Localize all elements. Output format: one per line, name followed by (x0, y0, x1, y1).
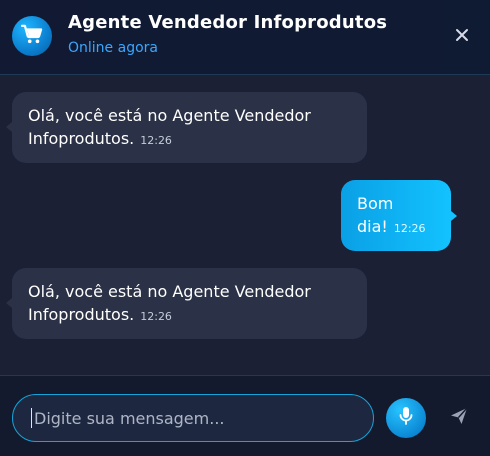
chat-header: Agente Vendedor Infoprodutos Online agor… (0, 0, 490, 75)
message-input-placeholder: Digite sua mensagem... (34, 408, 225, 428)
close-button[interactable] (452, 26, 472, 46)
bubble-tail (6, 298, 12, 308)
microphone-button[interactable] (386, 398, 426, 438)
chat-title: Agente Vendedor Infoprodutos (68, 12, 388, 33)
bubble-tail (451, 211, 457, 221)
shopping-cart-icon (20, 24, 43, 48)
message-text-line: Infoprodutos. (28, 305, 135, 324)
message-text-line: dia! (357, 217, 388, 236)
message-text-line: Infoprodutos. (28, 129, 135, 148)
text-cursor (31, 408, 32, 428)
message-user: Bom dia! 12:26 (341, 180, 451, 251)
online-status: Online agora (68, 40, 158, 56)
message-bot: Olá, você está no Agente Vendedor Infopr… (12, 268, 367, 339)
message-time: 12:26 (140, 310, 172, 323)
message-text-line: Olá, você está no Agente Vendedor (28, 106, 311, 125)
message-bot: Olá, você está no Agente Vendedor Infopr… (12, 92, 367, 163)
message-time: 12:26 (140, 134, 172, 147)
agent-avatar (12, 16, 52, 56)
send-button[interactable] (446, 405, 472, 431)
message-input[interactable]: Digite sua mensagem... (12, 394, 374, 442)
message-text-line: Bom (357, 194, 394, 213)
message-text-line: Olá, você está no Agente Vendedor (28, 282, 311, 301)
close-icon[interactable] (455, 27, 469, 46)
send-icon[interactable] (449, 406, 469, 430)
message-time: 12:26 (393, 222, 426, 235)
bubble-tail (6, 122, 12, 132)
microphone-icon[interactable] (399, 406, 413, 430)
